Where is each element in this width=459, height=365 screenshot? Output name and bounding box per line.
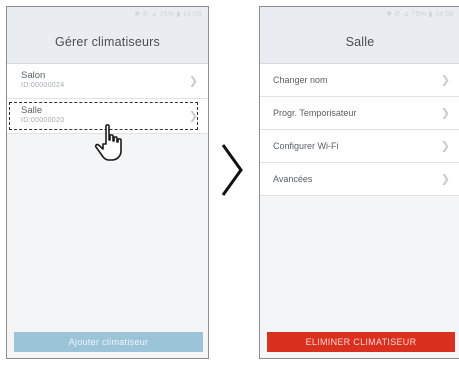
menu-item-advanced[interactable]: Avancées ❯	[260, 163, 459, 196]
chevron-right-icon: ❯	[440, 172, 450, 186]
menu-item-label: Changer nom	[273, 75, 328, 85]
chevron-right-icon: ❯	[188, 109, 198, 123]
phone-screen-ac-settings: ✱ ✆ ⊿ 75% ▮ 14:08 Salle Changer nom ❯ Pr…	[259, 6, 459, 359]
chevron-right-icon: ❯	[440, 139, 450, 153]
menu-item-wifi[interactable]: Configurer Wi-Fi ❯	[260, 130, 459, 163]
settings-menu: Changer nom ❯ Progr. Temporisateur ❯ Con…	[260, 64, 459, 196]
menu-item-label: Progr. Temporisateur	[273, 108, 357, 118]
phone-screen-manage-acs: ✱ ✆ ⊿ 75% ▮ 14:08 Gérer climatiseurs Sal…	[6, 6, 209, 359]
add-ac-button[interactable]: Ajouter climatiseur	[14, 332, 203, 352]
chevron-right-icon: ❯	[188, 74, 198, 88]
page-title: Salle	[260, 22, 459, 64]
status-bar: ✱ ✆ ⊿ 75% ▮ 14:08	[260, 7, 459, 22]
menu-item-label: Avancées	[273, 174, 313, 184]
status-bar: ✱ ✆ ⊿ 75% ▮ 14:08	[7, 7, 208, 22]
ac-name: Salle	[21, 105, 43, 116]
menu-item-rename[interactable]: Changer nom ❯	[260, 64, 459, 97]
list-item-salon[interactable]: Salon ID:00000024 ❯	[7, 64, 208, 99]
ac-name: Salon	[21, 70, 46, 81]
chevron-right-icon: ❯	[440, 73, 450, 87]
ac-id: ID:00000024	[21, 82, 65, 89]
menu-item-label: Configurer Wi-Fi	[273, 141, 339, 151]
page-title: Gérer climatiseurs	[7, 22, 208, 64]
chevron-right-icon: ❯	[440, 106, 450, 120]
hand-pointer-icon	[94, 124, 122, 161]
delete-ac-button[interactable]: ELIMINER CLIMATISEUR	[267, 332, 455, 352]
menu-item-timer[interactable]: Progr. Temporisateur ❯	[260, 97, 459, 130]
big-chevron-right-icon	[221, 144, 243, 196]
